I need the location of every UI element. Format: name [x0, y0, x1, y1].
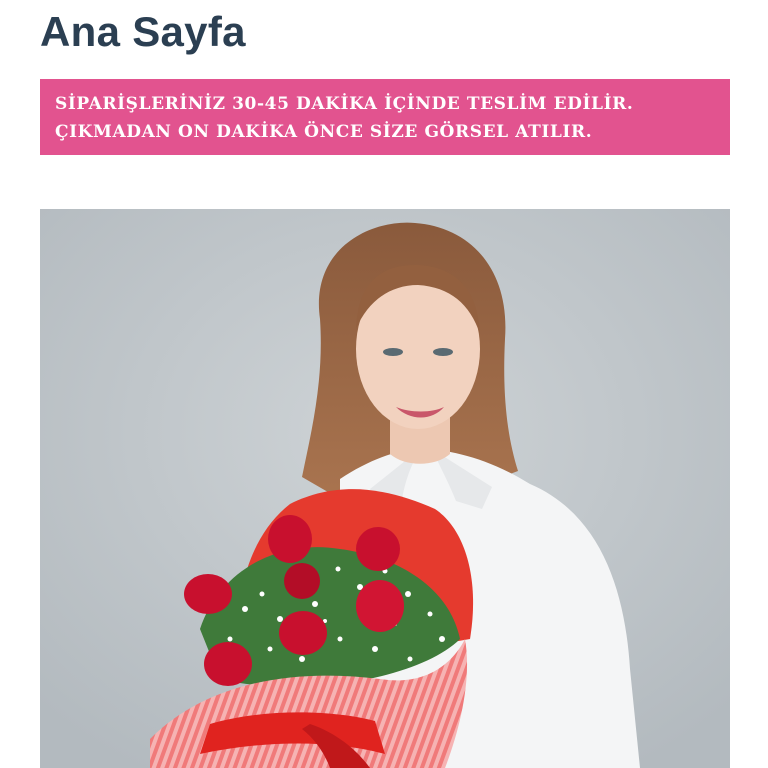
page-title: Ana Sayfa [40, 8, 246, 55]
delivery-notice-banner: SİPARİŞLERİNİZ 30-45 DAKİKA İÇİNDE TESLİ… [40, 79, 730, 155]
home-page: Ana Sayfa SİPARİŞLERİNİZ 30-45 DAKİKA İÇ… [0, 0, 768, 768]
hero-photo [40, 209, 730, 768]
left-eye-shape [383, 348, 403, 356]
rose-2 [268, 515, 312, 563]
rose-5 [356, 580, 404, 632]
notice-line-2: ÇIKMADAN ON DAKİKA ÖNCE SİZE GÖRSEL ATIL… [55, 122, 593, 142]
hero-photo-illustration [40, 209, 730, 768]
rose-1 [184, 574, 232, 614]
notice-line-1: SİPARİŞLERİNİZ 30-45 DAKİKA İÇİNDE TESLİ… [55, 94, 634, 114]
rose-3 [284, 563, 320, 599]
right-eye-shape [433, 348, 453, 356]
rose-7 [204, 642, 252, 686]
rose-4 [356, 527, 400, 571]
rose-6 [279, 611, 327, 655]
